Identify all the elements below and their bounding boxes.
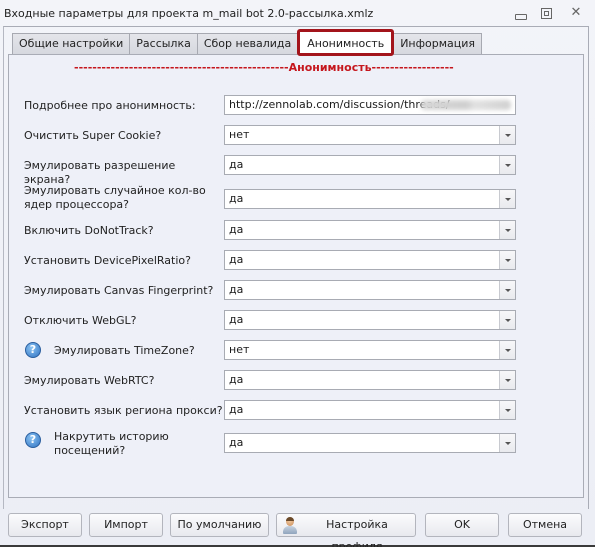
row-label-donottrack: Включить DoNotTrack? [24, 224, 154, 237]
chevron-down-icon[interactable] [499, 190, 515, 208]
close-icon[interactable]: ✕ [568, 6, 584, 20]
screen-resolution-select[interactable]: да [224, 155, 516, 175]
chevron-down-icon[interactable] [499, 156, 515, 174]
select-value: да [229, 313, 244, 326]
row-label-proxy-language: Установить язык региона прокси? [24, 404, 223, 417]
maximize-icon[interactable] [538, 6, 554, 20]
select-value: да [229, 223, 244, 236]
select-value: нет [229, 343, 250, 356]
ok-button[interactable]: OK [425, 513, 499, 537]
device-pixel-ratio-select[interactable]: да [224, 250, 516, 270]
proxy-language-select[interactable]: да [224, 400, 516, 420]
chevron-down-icon[interactable] [499, 434, 515, 452]
row-label-webrtc: Эмулировать WebRTC? [24, 374, 155, 387]
select-value: да [229, 192, 244, 205]
help-icon[interactable]: ? [25, 432, 41, 448]
row-label-device-pixel-ratio: Установить DevicePixelRatio? [24, 254, 191, 267]
chevron-down-icon[interactable] [499, 126, 515, 144]
window-title: Входные параметры для проекта m_mail bot… [4, 7, 374, 20]
webgl-select[interactable]: да [224, 310, 516, 330]
select-value: да [229, 253, 244, 266]
select-value: да [229, 373, 244, 386]
user-profile-icon [282, 517, 298, 534]
chevron-down-icon[interactable] [499, 311, 515, 329]
row-label-super-cookie: Очистить Super Cookie? [24, 129, 162, 142]
row-label-canvas-fingerprint: Эмулировать Canvas Fingerprint? [24, 284, 214, 297]
chevron-down-icon[interactable] [499, 401, 515, 419]
select-value: да [229, 436, 244, 449]
chevron-down-icon[interactable] [499, 371, 515, 389]
select-value: да [229, 158, 244, 171]
tab-invalid-collection[interactable]: Сбор невалида [196, 33, 299, 54]
profile-settings-button[interactable]: Настройка профиля [276, 513, 416, 547]
title-bar[interactable]: Входные параметры для проекта m_mail bot… [0, 0, 595, 28]
chevron-down-icon[interactable] [499, 251, 515, 269]
chevron-down-icon[interactable] [499, 341, 515, 359]
row-label-screen-resolution: Эмулировать разрешение экрана? [24, 159, 176, 186]
dialog-window: Входные параметры для проекта m_mail bot… [0, 0, 595, 547]
tab-bar: Общие настройки Рассылка Сбор невалида А… [12, 29, 483, 56]
section-header: ----------------------------------------… [74, 61, 454, 74]
export-button[interactable]: Экспорт [8, 513, 82, 537]
tab-general-settings[interactable]: Общие настройки [12, 33, 131, 54]
defaults-button[interactable]: По умолчанию [170, 513, 269, 537]
row-label-cpu-cores: Эмулировать случайное кол-во ядер процес… [24, 184, 206, 211]
help-icon[interactable]: ? [25, 342, 41, 358]
donottrack-select[interactable]: да [224, 220, 516, 240]
webrtc-select[interactable]: да [224, 370, 516, 390]
tab-anonymity[interactable]: Анонимность [297, 29, 395, 56]
chevron-down-icon[interactable] [499, 281, 515, 299]
tab-mailing[interactable]: Рассылка [129, 33, 198, 54]
url-value: http://zennolab.com/discussion/threads/ [229, 98, 450, 111]
select-value: нет [229, 128, 250, 141]
visit-history-select[interactable]: да [224, 433, 516, 453]
anonymity-info-url-field[interactable]: http://zennolab.com/discussion/threads/ [224, 95, 516, 115]
super-cookie-select[interactable]: нет [224, 125, 516, 145]
row-label-anonymity-info: Подробнее про анонимность: [24, 99, 196, 112]
timezone-select[interactable]: нет [224, 340, 516, 360]
canvas-fingerprint-select[interactable]: да [224, 280, 516, 300]
select-value: да [229, 403, 244, 416]
blurred-url-suffix [421, 100, 511, 110]
select-value: да [229, 283, 244, 296]
cancel-button[interactable]: Отмена [508, 513, 582, 537]
anonymity-panel: ----------------------------------------… [8, 54, 584, 498]
import-button[interactable]: Импорт [89, 513, 163, 537]
row-label-visit-history: Накрутить историю посещений? [54, 430, 169, 457]
profile-settings-label: Настройка профиля [326, 518, 388, 547]
chevron-down-icon[interactable] [499, 221, 515, 239]
row-label-webgl: Отключить WebGL? [24, 314, 137, 327]
cpu-cores-select[interactable]: да [224, 189, 516, 209]
minimize-icon[interactable] [512, 6, 528, 20]
tab-information[interactable]: Информация [393, 33, 483, 54]
